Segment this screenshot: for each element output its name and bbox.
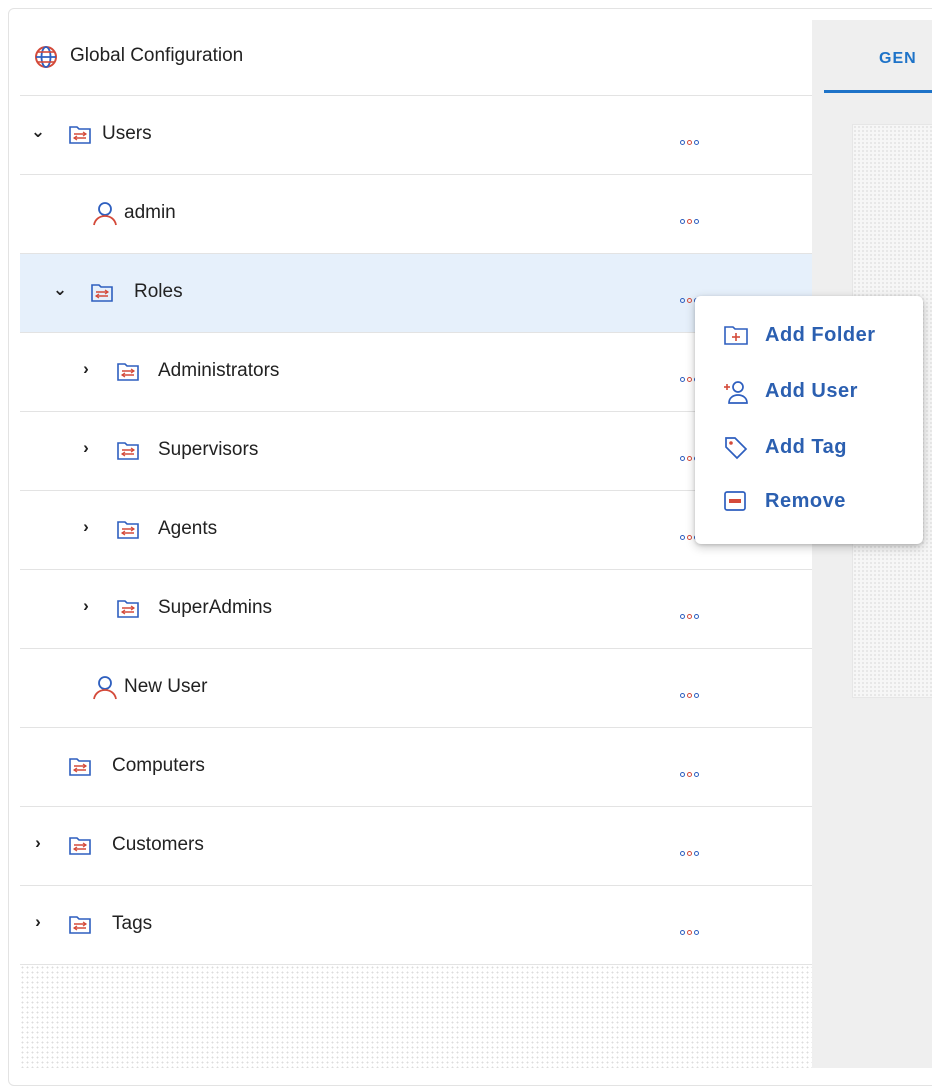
tree-row-computers[interactable]: Computers <box>20 728 812 807</box>
tree-row-label: admin <box>124 202 176 223</box>
menu-item-remove[interactable]: Remove <box>695 476 923 528</box>
more-options-button[interactable] <box>680 843 710 856</box>
tree-row-admin[interactable]: admin <box>20 175 812 254</box>
chevron-right-icon[interactable]: › <box>78 597 94 614</box>
menu-item-label: Add Folder <box>765 324 876 346</box>
folder-icon <box>68 913 92 940</box>
more-options-button[interactable] <box>680 922 710 935</box>
menu-item-add-user[interactable]: Add User <box>695 366 923 418</box>
tree-row-label: Computers <box>112 755 205 776</box>
chevron-right-icon[interactable]: › <box>78 360 94 377</box>
more-options-button[interactable] <box>680 211 710 224</box>
tree-row-superadmins[interactable]: › SuperAdmins <box>20 570 812 649</box>
tree-row-new-user[interactable]: New User <box>20 649 812 728</box>
folder-icon <box>116 439 140 466</box>
folder-icon <box>68 834 92 861</box>
tree-header: Global Configuration <box>20 18 812 96</box>
tree-row-label: New User <box>124 676 208 697</box>
folder-icon <box>116 597 140 624</box>
menu-item-add-folder[interactable]: Add Folder <box>695 310 923 362</box>
folder-icon <box>116 518 140 545</box>
more-options-button[interactable] <box>680 132 710 145</box>
tree-row-roles[interactable]: ⌄ Roles <box>20 254 812 333</box>
tab-bar: GEN <box>812 20 932 96</box>
menu-item-label: Add Tag <box>765 436 848 458</box>
tree-row-label: Customers <box>112 834 204 855</box>
more-options-button[interactable] <box>680 606 710 619</box>
detail-panel: GEN <box>812 20 932 1068</box>
add-user-icon <box>723 379 749 410</box>
tree-row-label: Administrators <box>158 360 280 381</box>
tree-row-tags[interactable]: › Tags <box>20 886 812 965</box>
chevron-right-icon[interactable]: › <box>30 834 46 851</box>
menu-item-add-tag[interactable]: Add Tag <box>695 422 923 474</box>
folder-icon <box>90 281 114 308</box>
folder-icon <box>68 123 92 150</box>
menu-item-label: Remove <box>765 490 846 512</box>
folder-icon <box>116 360 140 387</box>
tree-row-users[interactable]: ⌄ Users <box>20 96 812 175</box>
tree-row-customers[interactable]: › Customers <box>20 807 812 886</box>
tree-row-administrators[interactable]: › Administrators <box>20 333 812 412</box>
tree-row-supervisors[interactable]: › Supervisors <box>20 412 812 491</box>
add-folder-icon <box>723 323 749 352</box>
tab-general[interactable]: GEN <box>824 20 932 93</box>
config-tree: Global Configuration ⌄ Users admin ⌄ Rol… <box>20 18 812 1068</box>
chevron-right-icon[interactable]: › <box>30 913 46 930</box>
chevron-down-icon[interactable]: ⌄ <box>30 123 46 140</box>
tree-row-label: Agents <box>158 518 218 539</box>
tree-row-label: Tags <box>112 913 153 934</box>
tree-row-label: Users <box>102 123 152 144</box>
tree-row-label: SuperAdmins <box>158 597 273 618</box>
context-menu: Add Folder Add User Add Tag Remove <box>695 296 923 544</box>
chevron-down-icon[interactable]: ⌄ <box>52 281 68 298</box>
globe-icon <box>34 45 58 74</box>
tag-icon <box>723 435 749 466</box>
more-options-button[interactable] <box>680 764 710 777</box>
tree-title: Global Configuration <box>70 45 244 66</box>
tree-row-agents[interactable]: › Agents <box>20 491 812 570</box>
tree-row-label: Roles <box>134 281 183 302</box>
tree-empty-area <box>20 965 812 1068</box>
chevron-right-icon[interactable]: › <box>78 439 94 456</box>
remove-icon <box>723 489 747 518</box>
menu-item-label: Add User <box>765 380 858 402</box>
chevron-right-icon[interactable]: › <box>78 518 94 535</box>
tree-row-label: Supervisors <box>158 439 259 460</box>
user-icon <box>92 200 118 231</box>
folder-icon <box>68 755 92 782</box>
more-options-button[interactable] <box>680 685 710 698</box>
user-icon <box>92 674 118 705</box>
